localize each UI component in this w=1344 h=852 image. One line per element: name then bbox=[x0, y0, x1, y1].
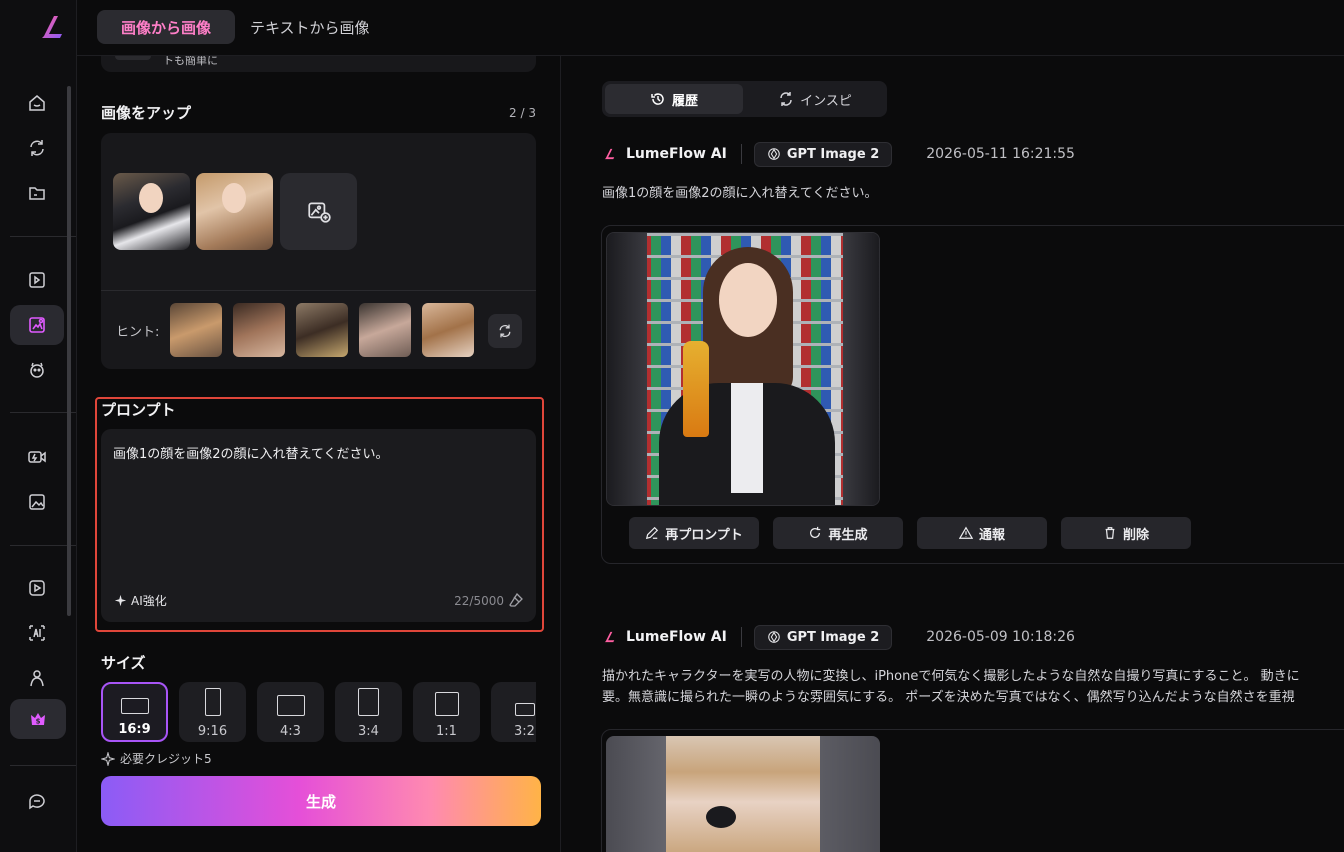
history-panel: 履歴 インスピ LumeFlow AI GPT Image 2 2026-05-… bbox=[562, 56, 1344, 852]
sync-icon bbox=[780, 92, 792, 106]
openai-icon bbox=[768, 631, 780, 643]
openai-icon bbox=[768, 148, 780, 160]
delete-button[interactable]: 削除 bbox=[1061, 517, 1191, 549]
regenerate-button[interactable]: 再生成 bbox=[773, 517, 903, 549]
size-option-1-1[interactable]: 1:1 bbox=[413, 682, 480, 742]
size-title: サイズ bbox=[101, 654, 146, 672]
reprompt-button[interactable]: 再プロンプト bbox=[629, 517, 759, 549]
previous-card[interactable]: トも簡単に bbox=[101, 56, 536, 72]
history-entry-card: 再プロンプト 再生成 通報 削除 bbox=[601, 225, 1344, 564]
entry-actions: 再プロンプト 再生成 通報 削除 bbox=[629, 517, 1191, 549]
refresh-icon bbox=[499, 324, 511, 338]
image-icon[interactable] bbox=[22, 487, 52, 517]
home-icon[interactable] bbox=[22, 88, 52, 118]
generate-button[interactable]: 生成 bbox=[101, 776, 541, 826]
hint-image-5[interactable] bbox=[422, 303, 474, 357]
history-entry-header-2: LumeFlow AI GPT Image 2 2026-05-09 10:18… bbox=[602, 623, 1075, 651]
warning-icon bbox=[958, 526, 973, 539]
hint-label: ヒント: bbox=[116, 325, 160, 340]
regenerate-icon bbox=[810, 526, 821, 538]
report-button[interactable]: 通報 bbox=[917, 517, 1047, 549]
brand-logo-icon bbox=[604, 631, 615, 643]
uploaded-image-1[interactable] bbox=[113, 173, 190, 250]
svg-text:$: $ bbox=[36, 718, 41, 726]
model-chip: GPT Image 2 bbox=[753, 141, 893, 167]
eraser-icon[interactable] bbox=[508, 592, 524, 608]
history-tabs: 履歴 インスピ bbox=[602, 81, 887, 117]
ai-video-icon[interactable] bbox=[22, 265, 52, 295]
image-edit-icon[interactable] bbox=[10, 305, 64, 345]
camera-icon[interactable] bbox=[22, 442, 52, 472]
app-root: $ 画像から画像 テキストから画像 トも簡単に 画像をアップ 2 / 3 ヒント… bbox=[0, 0, 1344, 852]
result-image-2[interactable] bbox=[606, 736, 880, 852]
history-entry-card-2 bbox=[601, 729, 1344, 852]
tab-inspiration[interactable]: インスピ bbox=[746, 84, 884, 114]
entry-prompt-2-line-2: 要。無意識に撮られた一瞬のような雰囲気にする。 ポーズを決めた写真ではなく、偶然… bbox=[602, 690, 1295, 705]
avatar-icon[interactable] bbox=[22, 663, 52, 693]
add-image-icon bbox=[307, 201, 331, 223]
sidebar-scrollbar[interactable] bbox=[67, 86, 71, 616]
video-play-icon[interactable] bbox=[22, 573, 52, 603]
hint-image-1[interactable] bbox=[170, 303, 222, 357]
edit-icon bbox=[646, 526, 659, 540]
chat-icon[interactable] bbox=[22, 786, 52, 816]
refresh-icon[interactable] bbox=[22, 133, 52, 163]
credit-text: 必要クレジット5 bbox=[120, 752, 212, 766]
tab-text-to-image[interactable]: テキストから画像 bbox=[226, 10, 394, 44]
upload-title: 画像をアップ bbox=[101, 104, 192, 122]
brand-2: LumeFlow AI bbox=[602, 629, 727, 645]
entry-prompt: 画像1の顔を画像2の顔に入れ替えてください。 bbox=[602, 186, 878, 201]
model-chip-2: GPT Image 2 bbox=[753, 624, 893, 650]
entry-date: 2026-05-11 16:21:55 bbox=[926, 146, 1075, 162]
uploaded-image-2[interactable] bbox=[196, 173, 273, 250]
size-options: 16:9 9:16 4:3 3:4 1:1 3:2 bbox=[101, 682, 536, 742]
brand-logo-icon bbox=[604, 148, 615, 160]
tab-image-to-image[interactable]: 画像から画像 bbox=[97, 10, 236, 44]
prompt-text[interactable]: 画像1の顔を画像2の顔に入れ替えてください。 bbox=[113, 443, 389, 462]
upload-box: ヒント: bbox=[101, 133, 536, 369]
sidebar: $ bbox=[0, 0, 77, 852]
previous-card-thumbnail bbox=[115, 56, 151, 60]
hint-image-3[interactable] bbox=[296, 303, 348, 357]
credit-icon bbox=[101, 751, 115, 766]
hint-image-4[interactable] bbox=[359, 303, 411, 357]
size-option-9-16[interactable]: 9:16 bbox=[179, 682, 246, 742]
add-image-button[interactable] bbox=[280, 173, 357, 250]
credit-info: 必要クレジット5 bbox=[101, 750, 212, 767]
history-entry-header: LumeFlow AI GPT Image 2 2026-05-11 16:21… bbox=[602, 140, 1075, 168]
prompt-input[interactable]: 画像1の顔を画像2の顔に入れ替えてください。 AI強化 22/5000 bbox=[101, 429, 536, 622]
char-count: 22/5000 bbox=[454, 594, 504, 608]
ai-enhance-button[interactable]: AI強化 bbox=[114, 592, 167, 609]
logo[interactable] bbox=[36, 10, 70, 44]
previous-card-text: トも簡単に bbox=[163, 56, 218, 67]
size-option-16-9[interactable]: 16:9 bbox=[101, 682, 168, 742]
entry-date-2: 2026-05-09 10:18:26 bbox=[926, 629, 1075, 645]
premium-icon[interactable]: $ bbox=[10, 699, 66, 739]
sparkle-icon bbox=[114, 594, 127, 607]
folder-icon[interactable] bbox=[22, 178, 52, 208]
ai-enhance-label: AI強化 bbox=[131, 594, 167, 608]
settings-panel: トも簡単に 画像をアップ 2 / 3 ヒント: プロンプト 画像1の顔を画像2の… bbox=[77, 56, 561, 852]
size-option-3-2[interactable]: 3:2 bbox=[491, 682, 536, 742]
size-option-3-4[interactable]: 3:4 bbox=[335, 682, 402, 742]
entry-prompt-2-line-1: 描かれたキャラクターを実写の人物に変換し、iPhoneで何気なく撮影したような自… bbox=[602, 669, 1300, 684]
trash-icon bbox=[1105, 527, 1115, 539]
result-image[interactable] bbox=[606, 232, 880, 506]
hint-image-2[interactable] bbox=[233, 303, 285, 357]
brand: LumeFlow AI bbox=[602, 146, 727, 162]
prompt-title: プロンプト bbox=[101, 401, 176, 419]
ai-text-icon[interactable] bbox=[22, 618, 52, 648]
clock-icon bbox=[651, 93, 664, 105]
pet-icon[interactable] bbox=[22, 355, 52, 385]
tab-history[interactable]: 履歴 bbox=[605, 84, 743, 114]
upload-count: 2 / 3 bbox=[509, 106, 536, 120]
hint-refresh-button[interactable] bbox=[488, 314, 522, 348]
size-option-4-3[interactable]: 4:3 bbox=[257, 682, 324, 742]
top-bar: 画像から画像 テキストから画像 bbox=[77, 0, 1344, 56]
